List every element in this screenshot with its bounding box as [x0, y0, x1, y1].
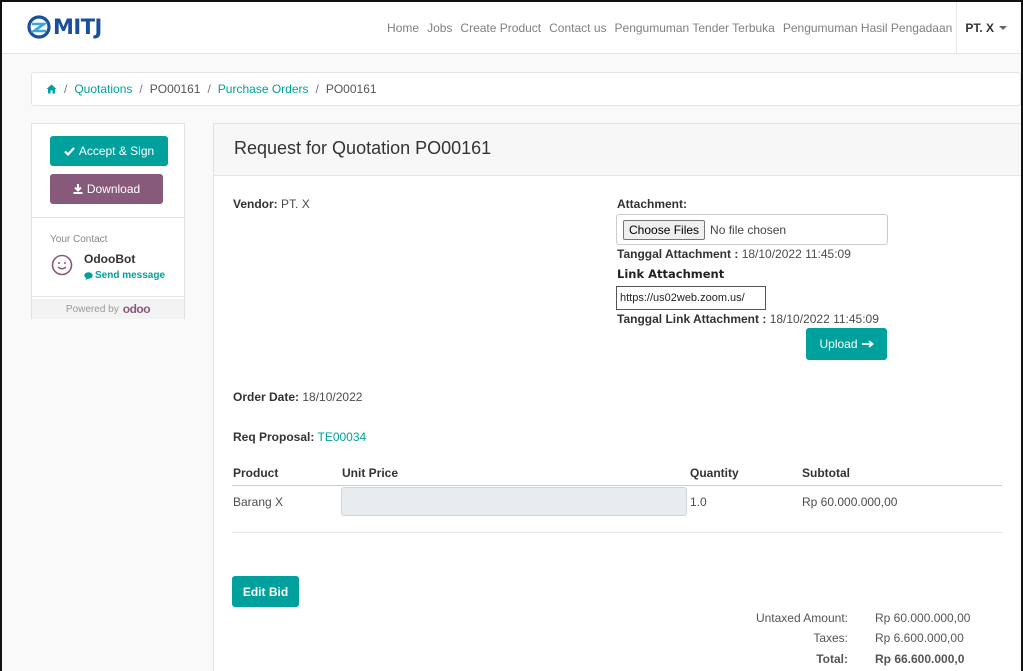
tanggal-attachment-value: 18/10/2022 11:45:09	[741, 247, 851, 261]
odoo-logo[interactable]: odoo	[123, 302, 151, 316]
total-value: Rp 66.600.000,0	[875, 652, 965, 666]
download-icon	[73, 184, 83, 194]
check-icon	[64, 146, 75, 156]
sidebar-panel: Accept & Sign Download Your Contact Odoo…	[31, 123, 185, 319]
link-attachment-label: Link Attachment	[617, 267, 725, 281]
contact-name: OdooBot	[84, 252, 136, 266]
user-menu-dropdown[interactable]: PT. X	[956, 2, 1007, 54]
table-header-divider	[232, 485, 1002, 486]
nav-link-contact-us[interactable]: Contact us	[549, 21, 606, 35]
th-subtotal: Subtotal	[802, 466, 850, 480]
nav-link-create-product[interactable]: Create Product	[460, 21, 541, 35]
user-name: PT. X	[965, 21, 994, 35]
breadcrumb-current: PO00161	[325, 82, 377, 96]
breadcrumb-purchase-orders[interactable]: Purchase Orders	[218, 82, 309, 96]
download-label: Download	[86, 182, 141, 196]
download-button[interactable]: Download	[50, 174, 163, 204]
send-message-link[interactable]: Send message	[84, 270, 165, 281]
unit-price-input[interactable]	[341, 487, 687, 516]
order-date-row: Order Date: 18/10/2022	[233, 390, 362, 404]
divider	[32, 296, 184, 297]
logo-text: MITJ	[53, 15, 102, 39]
comment-icon	[84, 271, 93, 280]
th-product: Product	[233, 466, 279, 480]
tanggal-link-label: Tanggal Link Attachment :	[617, 312, 767, 326]
nav-link-pengumuman-tender[interactable]: Pengumuman Tender Terbuka	[615, 21, 775, 35]
breadcrumb-separator: /	[315, 82, 319, 96]
req-proposal-link[interactable]: TE00034	[317, 430, 366, 444]
th-quantity: Quantity	[690, 466, 739, 480]
vendor-value: PT. X	[281, 197, 310, 211]
tanggal-link-row: Tanggal Link Attachment : 18/10/2022 11:…	[617, 312, 879, 326]
untaxed-amount-label: Untaxed Amount:	[755, 611, 848, 625]
chevron-down-icon	[999, 26, 1007, 30]
vendor-row: Vendor: PT. X	[233, 197, 310, 211]
edit-bid-button[interactable]: Edit Bid	[232, 576, 299, 607]
td-product: Barang X	[233, 495, 284, 509]
td-quantity: 1.0	[690, 495, 707, 509]
th-unit-price: Unit Price	[342, 466, 399, 480]
accept-sign-label: Accept & Sign	[78, 144, 155, 158]
your-contact-label: Your Contact	[50, 234, 108, 245]
send-message-label: Send message	[95, 270, 166, 281]
link-attachment-input[interactable]	[616, 286, 766, 310]
taxes-value: Rp 6.600.000,00	[875, 631, 964, 645]
home-icon[interactable]	[46, 84, 57, 94]
powered-by-label: Powered by	[65, 303, 119, 315]
vendor-label: Vendor:	[233, 197, 278, 211]
req-proposal-label: Req Proposal:	[233, 430, 315, 444]
top-navbar: MITJ Home Jobs Create Product Contact us…	[2, 2, 1021, 54]
tanggal-attachment-label: Tanggal Attachment :	[617, 247, 739, 261]
order-date-label: Order Date:	[233, 390, 300, 404]
tanggal-attachment-row: Tanggal Attachment : 18/10/2022 11:45:09	[617, 247, 851, 261]
page-title: Request for Quotation PO00161	[234, 138, 492, 158]
upload-label: Upload	[819, 337, 858, 351]
breadcrumb-quotations[interactable]: Quotations	[74, 82, 132, 96]
divider	[32, 217, 184, 218]
breadcrumb-separator: /	[207, 82, 211, 96]
nav-link-pengumuman-hasil[interactable]: Pengumuman Hasil Pengadaan	[783, 21, 952, 35]
powered-by-footer: Powered by odoo	[32, 299, 184, 319]
nav-link-jobs[interactable]: Jobs	[427, 21, 452, 35]
attachment-label: Attachment:	[617, 197, 688, 211]
breadcrumb-separator: /	[139, 82, 143, 96]
order-date-value: 18/10/2022	[302, 390, 363, 404]
breadcrumb: / Quotations / PO00161 / Purchase Orders…	[31, 72, 1021, 106]
nav-menu: Home Jobs Create Product Contact us Peng…	[379, 2, 1007, 54]
nav-link-home[interactable]: Home	[387, 21, 419, 35]
arrow-right-icon	[861, 340, 874, 348]
req-proposal-row: Req Proposal: TE00034	[233, 430, 366, 444]
total-label: Total:	[816, 652, 848, 666]
accept-sign-button[interactable]: Accept & Sign	[50, 136, 168, 166]
card-header: Request for Quotation PO00161	[214, 124, 1021, 176]
brand-logo[interactable]: MITJ	[26, 13, 102, 41]
logo-mark-icon	[27, 15, 51, 39]
page-frame: MITJ Home Jobs Create Product Contact us…	[0, 0, 1023, 671]
td-subtotal: Rp 60.000.000,00	[802, 495, 898, 509]
no-file-chosen-text: No file chosen	[710, 222, 787, 237]
tanggal-link-value: 18/10/2022 11:45:09	[769, 312, 879, 326]
attachment-file-input[interactable]: Choose Files No file chosen	[616, 214, 888, 245]
upload-button[interactable]: Upload	[806, 328, 887, 360]
breadcrumb-quotation-id: PO00161	[149, 82, 201, 96]
untaxed-amount-value: Rp 60.000.000,00	[875, 611, 971, 625]
quotation-card: Request for Quotation PO00161 Vendor: PT…	[213, 123, 1021, 671]
breadcrumb-separator: /	[64, 82, 68, 96]
taxes-label: Taxes:	[813, 631, 848, 645]
odoobot-avatar-icon	[51, 254, 73, 276]
table-divider	[232, 532, 1002, 533]
choose-files-button[interactable]: Choose Files	[623, 219, 706, 240]
